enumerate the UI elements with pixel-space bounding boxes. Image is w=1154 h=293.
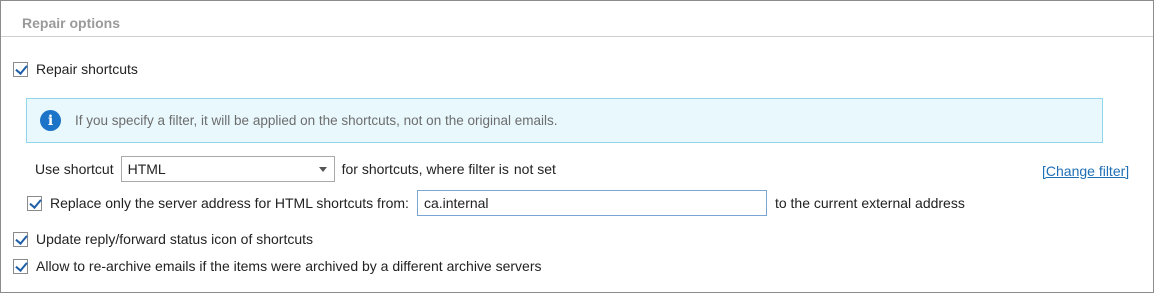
rearchive-row: Allow to re-archive emails if the items … xyxy=(13,258,542,274)
rearchive-checkbox[interactable] xyxy=(13,258,28,274)
repair-options-panel: Repair options Repair shortcuts i If you… xyxy=(0,0,1154,293)
replace-address-suffix: to the current external address xyxy=(774,195,965,211)
update-status-label[interactable]: Update reply/forward status icon of shor… xyxy=(36,231,313,247)
rearchive-label[interactable]: Allow to re-archive emails if the items … xyxy=(36,258,542,274)
use-shortcut-label: Use shortcut xyxy=(35,161,114,177)
info-icon: i xyxy=(40,110,61,131)
replace-address-label[interactable]: Replace only the server address for HTML… xyxy=(50,195,409,211)
server-address-input[interactable]: ca.internal xyxy=(416,190,767,216)
shortcut-type-select[interactable]: HTML xyxy=(120,156,335,182)
repair-shortcuts-row: Repair shortcuts xyxy=(13,61,138,77)
filter-state: not set xyxy=(513,161,556,177)
use-shortcut-row: Use shortcut HTML for shortcuts, where f… xyxy=(35,156,556,182)
section-header: Repair options xyxy=(1,1,1153,37)
chevron-down-icon xyxy=(318,167,327,172)
server-address-value: ca.internal xyxy=(423,195,489,211)
update-status-checkbox[interactable] xyxy=(13,231,28,247)
replace-address-row: Replace only the server address for HTML… xyxy=(27,190,965,216)
change-filter-link[interactable]: [Change filter] xyxy=(1042,163,1129,179)
shortcut-type-value: HTML xyxy=(127,161,166,177)
repair-shortcuts-checkbox[interactable] xyxy=(13,61,28,77)
info-box: i If you specify a filter, it will be ap… xyxy=(26,98,1103,143)
replace-address-checkbox[interactable] xyxy=(27,195,42,211)
update-status-row: Update reply/forward status icon of shor… xyxy=(13,231,313,247)
filter-description: for shortcuts, where filter is xyxy=(341,161,509,177)
section-title: Repair options xyxy=(22,15,121,31)
info-text: If you specify a filter, it will be appl… xyxy=(75,113,558,128)
repair-shortcuts-label[interactable]: Repair shortcuts xyxy=(36,61,138,77)
